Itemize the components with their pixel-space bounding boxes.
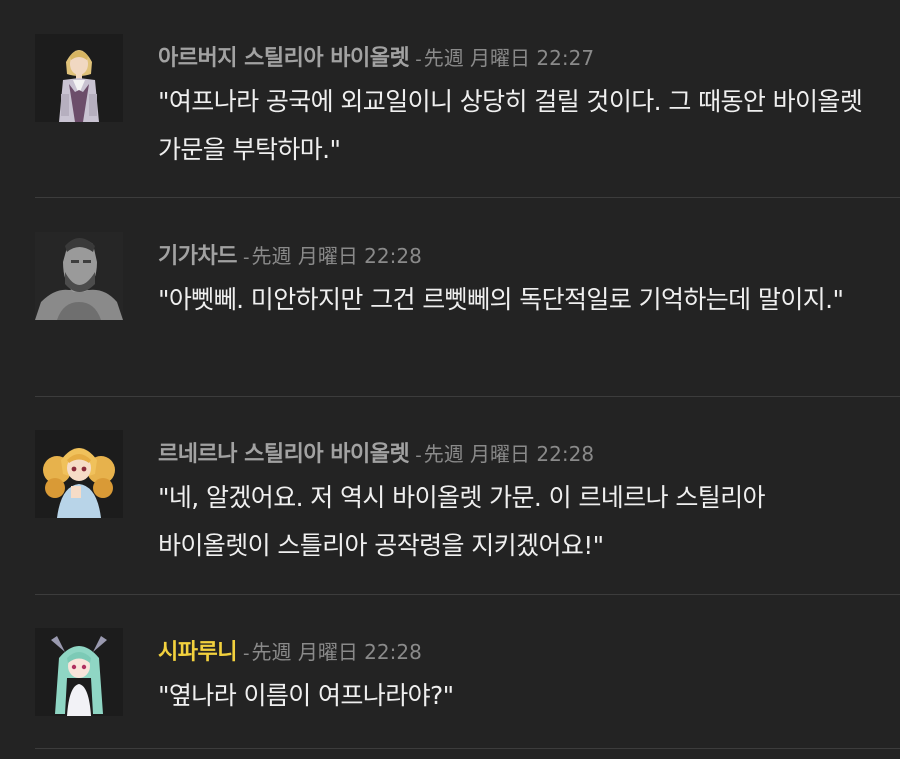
character-avatar-blonde-noble-icon[interactable]: [35, 34, 123, 122]
header-separator: -: [415, 445, 422, 466]
header-separator: -: [242, 247, 250, 268]
header-separator: -: [415, 49, 422, 70]
timestamp: 先週 月曜日 22:27: [423, 46, 595, 70]
chat-log: 아르버지 스틸리아 바이올렛 - 先週 月曜日 22:27 "여프나라 공국에 외교…: [0, 0, 900, 759]
author-name[interactable]: 아르버지 스틸리아 바이올렛: [158, 46, 410, 71]
message-text: "네, 알겠어요. 저 역시 바이올렛 가문. 이 르네르나 스틸리아 바이올렛…: [158, 483, 766, 560]
author-name[interactable]: 르네르나 스틸리아 바이올렛: [158, 442, 410, 467]
character-avatar-blonde-twintail-icon[interactable]: [35, 430, 123, 518]
message-header: 시파루니 - 先週 月曜日 22:28: [158, 632, 422, 672]
timestamp: 先週 月曜日 22:28: [251, 244, 422, 268]
character-avatar-gigachad-icon[interactable]: [35, 232, 123, 320]
author-name[interactable]: 시파루니: [158, 640, 237, 665]
message-divider: [35, 594, 900, 595]
message-header: 르네르나 스틸리아 바이올렛 - 先週 月曜日 22:28: [158, 434, 594, 474]
message-divider: [35, 748, 900, 749]
character-avatar-green-hair-icon[interactable]: [35, 628, 123, 716]
message-header: 아르버지 스틸리아 바이올렛 - 先週 月曜日 22:27: [158, 38, 594, 78]
message-divider: [35, 396, 900, 397]
message-text: "아뻿뻬. 미안하지만 그건 르뻿뻬의 독단적일로 기억하는데 말이지.": [158, 285, 844, 314]
timestamp: 先週 月曜日 22:28: [423, 442, 595, 466]
message-header: 기가차드 - 先週 月曜日 22:28: [158, 236, 422, 276]
message-divider: [35, 197, 900, 198]
timestamp: 先週 月曜日 22:28: [251, 640, 422, 664]
message-text: "여프나라 공국에 외교일이니 상당히 걸릴 것이다. 그 때동안 바이올렛 가…: [158, 87, 863, 164]
message-text: "옆나라 이름이 여프나라야?": [158, 681, 454, 710]
header-separator: -: [242, 643, 250, 664]
author-name[interactable]: 기가차드: [158, 244, 237, 269]
